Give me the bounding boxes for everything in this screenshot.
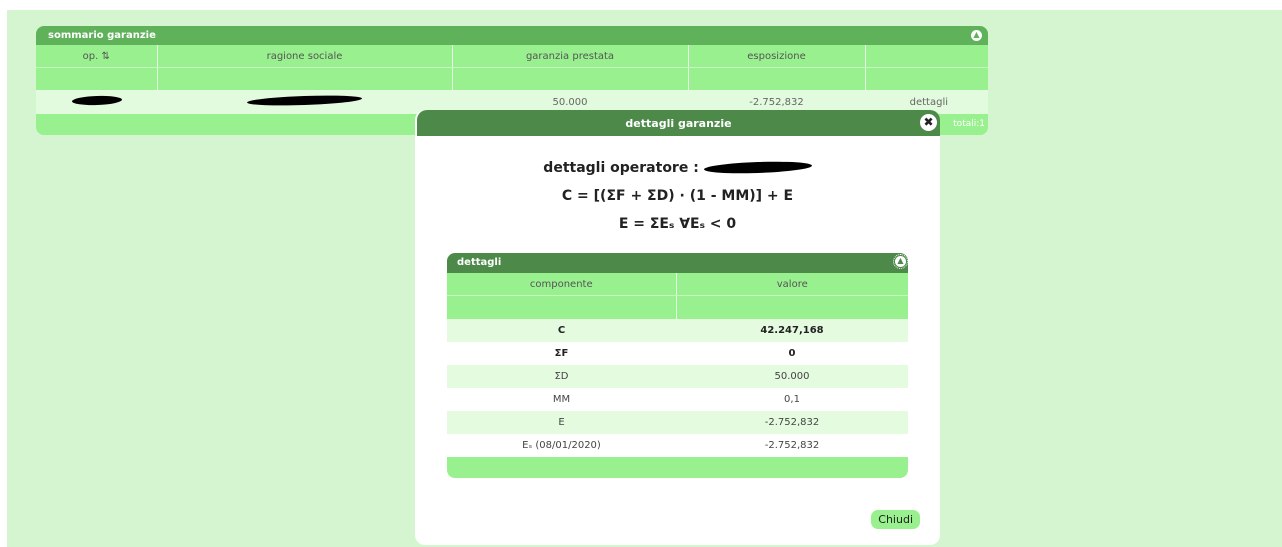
- operator-label: dettagli operatore :: [543, 160, 699, 176]
- column-header-ragione-sociale[interactable]: ragione sociale: [157, 45, 453, 68]
- filter-garanzia-prestata[interactable]: [452, 67, 689, 90]
- column-header-componente[interactable]: componente: [447, 273, 677, 296]
- summary-panel-header: sommario garanzie ▲: [36, 26, 988, 45]
- filter-componente[interactable]: [447, 295, 677, 319]
- cell-valore: 0,1: [676, 388, 908, 411]
- column-header-op[interactable]: op. ⇅: [36, 45, 158, 68]
- table-row: ΣD 50.000: [447, 365, 908, 388]
- redacted-scribble: [246, 93, 363, 108]
- cell-componente: E: [447, 411, 676, 434]
- cell-componente: ΣD: [447, 365, 676, 388]
- table-row: E -2.752,832: [447, 411, 908, 434]
- cell-valore: 50.000: [676, 365, 908, 388]
- filter-valore[interactable]: [676, 295, 908, 319]
- cell-componente: ΣF: [447, 342, 676, 365]
- close-icon[interactable]: ✖: [920, 114, 937, 131]
- filter-op[interactable]: [36, 67, 158, 90]
- filter-esposizione[interactable]: [688, 67, 866, 90]
- table-row: C 42.247,168: [447, 319, 908, 342]
- cell-valore: -2.752,832: [676, 434, 908, 457]
- summary-panel-title: sommario garanzie: [48, 30, 156, 41]
- cell-componente: Eₛ (08/01/2020): [447, 434, 676, 457]
- collapse-icon[interactable]: ▲: [971, 30, 982, 41]
- table-row: Eₛ (08/01/2020) -2.752,832: [447, 434, 908, 457]
- cell-op: [36, 90, 157, 114]
- column-header-garanzia-prestata[interactable]: garanzia prestata: [452, 45, 689, 68]
- redacted-scribble: [703, 159, 812, 175]
- formula-e: E = ΣEₛ ∀Eₛ < 0: [618, 216, 737, 232]
- collapse-icon[interactable]: ▲: [893, 254, 908, 269]
- chiudi-button[interactable]: Chiudi: [871, 510, 920, 529]
- filter-ragione-sociale[interactable]: [157, 67, 453, 90]
- cell-valore: -2.752,832: [676, 411, 908, 434]
- cell-componente: C: [447, 319, 676, 342]
- column-header-valore[interactable]: valore: [676, 273, 908, 296]
- details-panel-header: dettagli ▲: [447, 253, 908, 273]
- details-footer: [447, 457, 908, 478]
- modal-header: dettagli garanzie ✖: [417, 110, 940, 136]
- redacted-scribble: [71, 95, 123, 106]
- details-panel: dettagli ▲ componente valore C 42.247,16…: [447, 253, 908, 478]
- operator-heading: dettagli operatore :: [415, 159, 940, 176]
- formula-c: C = [(ΣF + ΣD) · (1 - MM)] + E: [561, 188, 794, 204]
- cell-ragione-sociale: [157, 90, 452, 114]
- cell-valore: 0: [676, 342, 908, 365]
- totals-count: totali:1: [953, 119, 985, 129]
- table-row: ΣF 0: [447, 342, 908, 365]
- table-row: MM 0,1: [447, 388, 908, 411]
- details-panel-title: dettagli: [457, 257, 502, 268]
- column-header-actions: [865, 45, 988, 68]
- modal-title: dettagli garanzie: [625, 117, 732, 130]
- filter-actions: [865, 67, 988, 90]
- cell-componente: MM: [447, 388, 676, 411]
- cell-valore: 42.247,168: [676, 319, 908, 342]
- column-header-esposizione[interactable]: esposizione: [688, 45, 866, 68]
